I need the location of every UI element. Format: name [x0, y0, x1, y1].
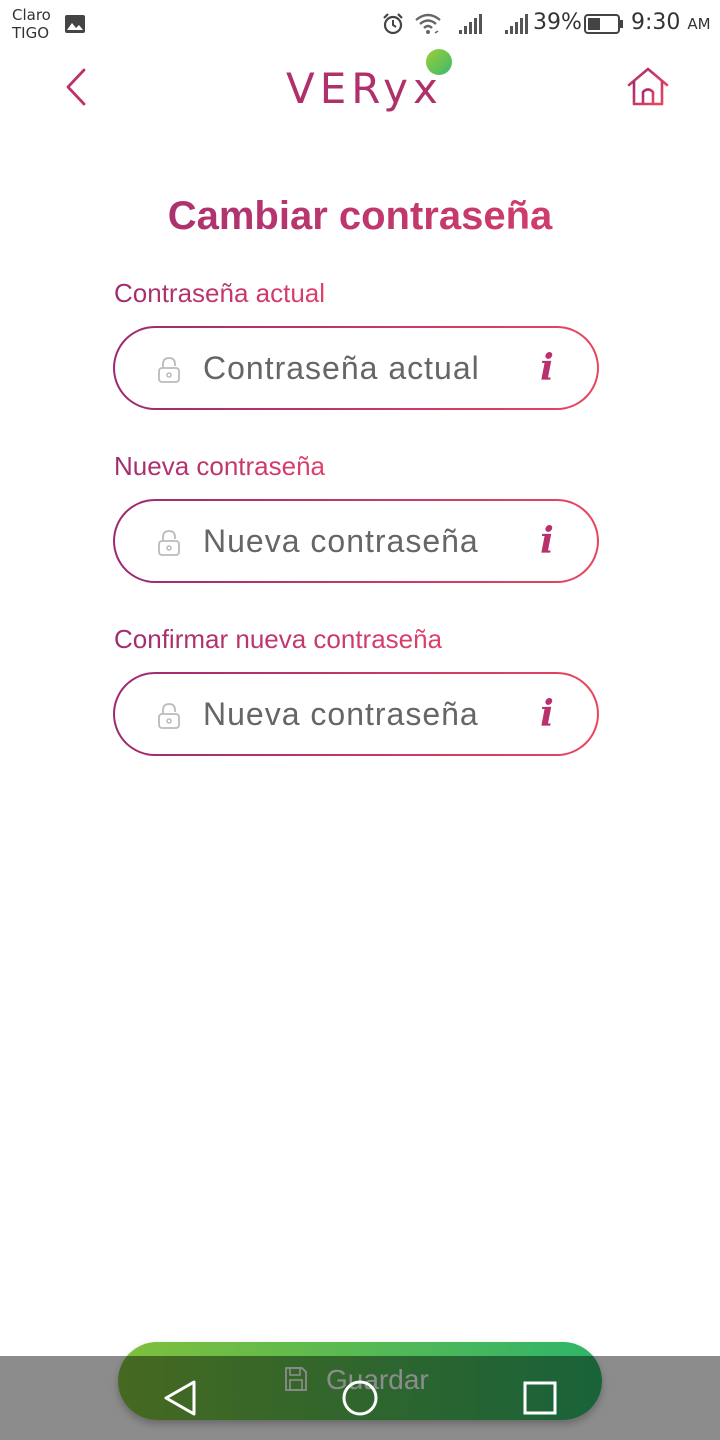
- lock-icon: [158, 357, 180, 383]
- nav-back-icon[interactable]: [160, 1378, 200, 1418]
- info-icon[interactable]: i: [535, 521, 559, 561]
- lock-icon: [158, 530, 180, 556]
- info-icon[interactable]: i: [535, 694, 559, 734]
- info-icon[interactable]: i: [535, 348, 559, 388]
- battery-icon: [584, 14, 623, 34]
- alarm-icon: [383, 13, 403, 35]
- lock-icon: [158, 703, 180, 729]
- battery-percentage: 39%: [533, 10, 582, 35]
- current-password-field[interactable]: i: [113, 326, 599, 410]
- current-password-input[interactable]: [203, 344, 523, 392]
- clock-ampm: AM: [687, 15, 711, 33]
- confirm-password-field[interactable]: i: [113, 672, 599, 756]
- confirm-password-input[interactable]: [203, 690, 523, 738]
- nav-recent-icon[interactable]: [522, 1380, 558, 1416]
- carrier-line-1: Claro: [12, 6, 51, 24]
- status-bar: Claro TIGO 39% 9:30 AM: [0, 0, 720, 48]
- current-password-label: Contraseña actual: [114, 278, 326, 308]
- carrier-name: Claro TIGO: [12, 6, 51, 42]
- carrier-line-2: TIGO: [12, 24, 50, 42]
- new-password-field[interactable]: i: [113, 499, 599, 583]
- signal-icon: [459, 14, 482, 34]
- system-nav-bar: [0, 1356, 720, 1440]
- clock-time: 9:30: [631, 10, 681, 35]
- gallery-icon: [65, 15, 85, 33]
- confirm-password-label: Confirmar nueva contraseña: [114, 624, 443, 654]
- home-button[interactable]: [626, 66, 670, 108]
- veryx-logo: VERyx: [286, 49, 452, 120]
- logo-dot: [426, 49, 452, 75]
- clock: 9:30 AM: [631, 10, 711, 35]
- signal-icon: [505, 14, 528, 34]
- new-password-input[interactable]: [203, 517, 523, 565]
- nav-home-icon[interactable]: [340, 1378, 380, 1418]
- new-password-label: Nueva contraseña: [114, 451, 326, 481]
- logo-text: VERyx: [286, 64, 443, 113]
- back-button[interactable]: [60, 64, 96, 110]
- page-title: Cambiar contraseña: [0, 194, 720, 239]
- wifi-icon: [415, 13, 441, 34]
